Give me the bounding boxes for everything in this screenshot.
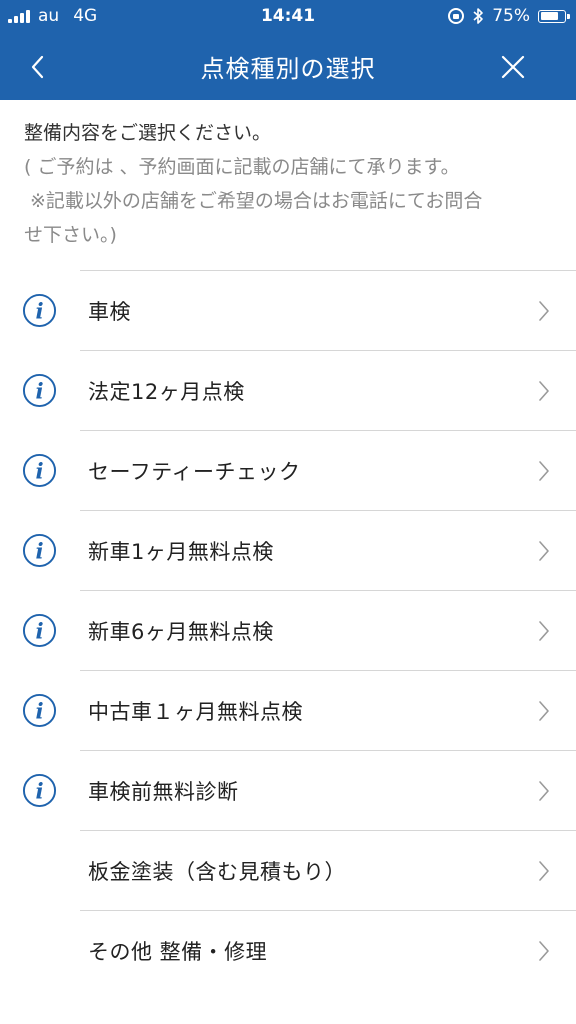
intro-text: 整備内容をご選択ください。 ( ご予約は 、予約画面に記載の店舗にて承ります。 … (24, 116, 564, 252)
battery-icon (538, 9, 570, 23)
svg-text:i: i (35, 379, 43, 404)
list-item-label: その他 整備・修理 (88, 940, 268, 964)
info-icon[interactable]: i (22, 453, 57, 488)
intro-heading: 整備内容をご選択ください。 (24, 122, 272, 144)
page-title: 点検種別の選択 (200, 55, 376, 83)
list-item[interactable]: i 法定12ヶ月点検 (0, 350, 576, 430)
chevron-right-icon (539, 301, 549, 321)
list-item[interactable]: i 車検 (0, 270, 576, 350)
chevron-right-icon (539, 541, 549, 561)
list-item-label: 板金塗装（含む見積もり） (88, 860, 346, 884)
list-item-label: 車検前無料診断 (88, 780, 239, 804)
top-bar: au 4G 14:41 75% 点検種別の選択 (0, 0, 576, 100)
service-type-list: i 車検 i 法定12ヶ月点検 i セーフティーチェック i 新車1ヶ月無料点検 i 新車6ヶ月無… (0, 270, 576, 990)
chevron-right-icon (539, 461, 549, 481)
svg-text:i: i (35, 619, 43, 644)
svg-text:i: i (35, 539, 43, 564)
chevron-right-icon (539, 861, 549, 881)
list-item-label: 車検 (88, 300, 131, 324)
battery-level (540, 12, 558, 20)
list-item-label: 新車1ヶ月無料点検 (88, 540, 274, 564)
info-icon[interactable]: i (22, 613, 57, 648)
info-icon[interactable]: i (22, 373, 57, 408)
intro-note-line: ( ご予約は 、予約画面に記載の店舗にて承ります。 (24, 156, 460, 178)
list-item[interactable]: i セーフティーチェック (0, 430, 576, 510)
chevron-right-icon (539, 621, 549, 641)
rotation-lock-icon (448, 8, 465, 24)
list-item-label: 中古車１ヶ月無料点検 (88, 700, 303, 724)
svg-text:i: i (35, 299, 43, 324)
intro-note-line: ※記載以外の店舗をご希望の場合はお電話にてお問合 (30, 190, 483, 212)
list-item-label: セーフティーチェック (88, 460, 301, 484)
close-icon[interactable] (498, 52, 528, 82)
list-item[interactable]: i 車検前無料診断 (0, 750, 576, 830)
chevron-right-icon (539, 701, 549, 721)
info-icon[interactable]: i (22, 773, 57, 808)
info-icon[interactable]: i (22, 693, 57, 728)
chevron-right-icon (539, 941, 549, 961)
svg-text:i: i (35, 459, 43, 484)
chevron-right-icon (539, 381, 549, 401)
list-item[interactable]: 板金塗装（含む見積もり） (0, 830, 576, 910)
list-item-label: 新車6ヶ月無料点検 (88, 620, 274, 644)
nav-bar: 点検種別の選択 (0, 34, 576, 100)
status-right: 75% (448, 6, 570, 26)
chevron-right-icon (539, 781, 549, 801)
list-item[interactable]: i 新車6ヶ月無料点検 (0, 590, 576, 670)
svg-text:i: i (35, 779, 43, 804)
battery-percent: 75% (492, 6, 530, 26)
bluetooth-icon (473, 8, 484, 24)
info-icon[interactable]: i (22, 533, 57, 568)
svg-text:i: i (35, 699, 43, 724)
list-item-label: 法定12ヶ月点検 (88, 380, 245, 404)
status-bar: au 4G 14:41 75% (0, 0, 576, 34)
list-item[interactable]: i 新車1ヶ月無料点検 (0, 510, 576, 590)
list-item[interactable]: その他 整備・修理 (0, 910, 576, 990)
list-item[interactable]: i 中古車１ヶ月無料点検 (0, 670, 576, 750)
intro-note-line: せ下さい。) (24, 224, 117, 246)
info-icon[interactable]: i (22, 293, 57, 328)
